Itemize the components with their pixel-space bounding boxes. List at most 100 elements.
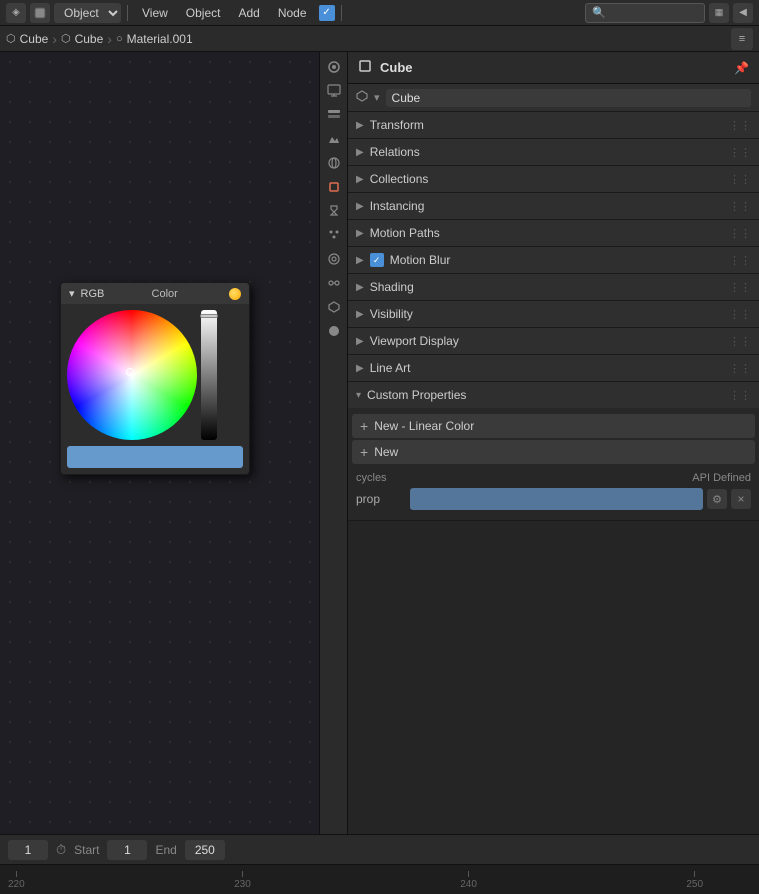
section-header-motion-blur[interactable]: ▶ ✓ Motion Blur ⋮⋮ [348, 247, 759, 273]
color-wheel[interactable] [67, 310, 197, 440]
color-result-bar[interactable] [67, 446, 243, 468]
section-arrow-motion-paths: ▶ [356, 228, 364, 239]
brightness-handle [200, 314, 218, 318]
render-dropdown[interactable]: ▦ [709, 3, 729, 23]
section-title-instancing: Instancing [370, 199, 425, 213]
add-plus-icon-2: + [360, 444, 368, 460]
prop-gear-button[interactable]: ⚙ [707, 489, 727, 509]
section-motion-blur: ▶ ✓ Motion Blur ⋮⋮ [348, 247, 759, 274]
breadcrumb-item-2[interactable]: ⬡ Cube [61, 32, 103, 46]
section-relations: ▶ Relations ⋮⋮ [348, 139, 759, 166]
section-title-custom-props: Custom Properties [367, 388, 466, 402]
section-arrow-custom-props: ▾ [356, 390, 361, 401]
search-box[interactable]: 🔍 [585, 3, 705, 23]
start-label: Start [74, 843, 99, 857]
expand-toggle[interactable]: ◀ [733, 3, 753, 23]
breadcrumb-label-3: Material.001 [127, 32, 193, 46]
custom-props-content: + New - Linear Color + New cycles API De… [348, 408, 759, 520]
add-plus-icon-1: + [360, 418, 368, 434]
section-header-viewport-display[interactable]: ▶ Viewport Display ⋮⋮ [348, 328, 759, 354]
section-drag-relations: ⋮⋮ [729, 146, 751, 159]
motion-blur-checkbox[interactable]: ✓ [370, 253, 384, 267]
color-picker-collapse-icon: ▾ [69, 287, 75, 300]
menu-view[interactable]: View [134, 4, 176, 22]
prop-icons-column [320, 52, 348, 834]
bc-btn-toggle[interactable]: ≡ [731, 28, 753, 50]
object-name-row: ▾ [348, 84, 759, 112]
section-title-motion-blur: Motion Blur [390, 253, 451, 267]
separator-2 [341, 5, 342, 21]
material-icon-bc: ○ [116, 33, 123, 45]
output-prop-icon[interactable] [323, 80, 345, 102]
properties-panel: Cube 📌 ▾ ▶ Transform ⋮⋮ [320, 52, 759, 834]
menu-add[interactable]: Add [230, 4, 267, 22]
blender-icon[interactable]: ◈ [6, 3, 26, 23]
constraints-prop-icon[interactable] [323, 272, 345, 294]
add-new-label: New [374, 445, 398, 459]
viewport-shading-toggle[interactable]: ✓ [319, 5, 335, 21]
viewlayer-prop-icon[interactable] [323, 104, 345, 126]
data-prop-icon[interactable] [323, 296, 345, 318]
breadcrumb-item-1[interactable]: ⬡ Cube [6, 32, 48, 46]
material-prop-icon[interactable] [323, 320, 345, 342]
menu-node[interactable]: Node [270, 4, 315, 22]
section-header-shading[interactable]: ▶ Shading ⋮⋮ [348, 274, 759, 300]
section-title-motion-paths: Motion Paths [370, 226, 440, 240]
ruler-mark-220: 220 [8, 871, 25, 890]
add-linear-color-button[interactable]: + New - Linear Color [352, 414, 755, 438]
section-header-instancing[interactable]: ▶ Instancing ⋮⋮ [348, 193, 759, 219]
object-prop-icon[interactable] [323, 176, 345, 198]
scene-prop-icon[interactable] [323, 128, 345, 150]
section-transform: ▶ Transform ⋮⋮ [348, 112, 759, 139]
section-header-motion-paths[interactable]: ▶ Motion Paths ⋮⋮ [348, 220, 759, 246]
section-header-custom-props[interactable]: ▾ Custom Properties ⋮⋮ [348, 382, 759, 408]
object-mode-select[interactable]: Object [54, 3, 121, 23]
section-arrow-instancing: ▶ [356, 201, 364, 212]
breadcrumb-sep-1: › [52, 31, 57, 47]
ruler-mark-240: 240 [460, 871, 477, 890]
section-drag-motion-blur: ⋮⋮ [729, 254, 751, 267]
prop-close-button[interactable]: × [731, 489, 751, 509]
ruler-area: 220 230 240 250 [0, 864, 759, 894]
section-header-collections[interactable]: ▶ Collections ⋮⋮ [348, 166, 759, 192]
prop-col-api-defined: API Defined [556, 472, 752, 484]
ruler-mark-250: 250 [686, 871, 703, 890]
section-arrow-transform: ▶ [356, 120, 364, 131]
world-prop-icon[interactable] [323, 152, 345, 174]
timeline-bar: ⏱ Start 1 End 250 [0, 834, 759, 864]
prop-header-icon [358, 59, 372, 76]
object-name-arrow: ▾ [374, 91, 380, 104]
particles-prop-icon[interactable] [323, 224, 345, 246]
section-arrow-viewport-display: ▶ [356, 336, 364, 347]
section-title-line-art: Line Art [370, 361, 411, 375]
add-new-button[interactable]: + New [352, 440, 755, 464]
timeline-clock-icon: ⏱ [56, 842, 66, 858]
section-header-visibility[interactable]: ▶ Visibility ⋮⋮ [348, 301, 759, 327]
viewport[interactable]: ▾ RGB Color [0, 52, 320, 834]
gear-icon: ⚙ [712, 493, 722, 506]
section-drag-line-art: ⋮⋮ [729, 362, 751, 375]
brightness-slider[interactable] [201, 310, 217, 440]
section-arrow-collections: ▶ [356, 174, 364, 185]
color-picker-header[interactable]: ▾ RGB Color [61, 283, 249, 304]
top-menubar: ◈ Object View Object Add Node ✓ 🔍 ▦ ◀ [0, 0, 759, 26]
breadcrumb-item-3[interactable]: ○ Material.001 [116, 32, 193, 46]
current-frame-input[interactable] [8, 840, 48, 860]
section-header-transform[interactable]: ▶ Transform ⋮⋮ [348, 112, 759, 138]
render-prop-icon[interactable] [323, 56, 345, 78]
object-mode-icon[interactable] [30, 3, 50, 23]
section-instancing: ▶ Instancing ⋮⋮ [348, 193, 759, 220]
section-drag-transform: ⋮⋮ [729, 119, 751, 132]
modifier-prop-icon[interactable] [323, 200, 345, 222]
section-header-line-art[interactable]: ▶ Line Art ⋮⋮ [348, 355, 759, 381]
breadcrumb-label-1: Cube [20, 32, 49, 46]
section-header-relations[interactable]: ▶ Relations ⋮⋮ [348, 139, 759, 165]
color-label: Color [152, 288, 178, 300]
breadcrumb-bar: ⬡ Cube › ⬡ Cube › ○ Material.001 ≡ [0, 26, 759, 52]
physics-prop-icon[interactable] [323, 248, 345, 270]
object-name-input[interactable] [386, 89, 751, 107]
menu-object[interactable]: Object [178, 4, 229, 22]
section-drag-custom-props: ⋮⋮ [729, 389, 751, 402]
pin-icon[interactable]: 📌 [734, 61, 749, 75]
prop-value-input[interactable] [410, 488, 703, 510]
